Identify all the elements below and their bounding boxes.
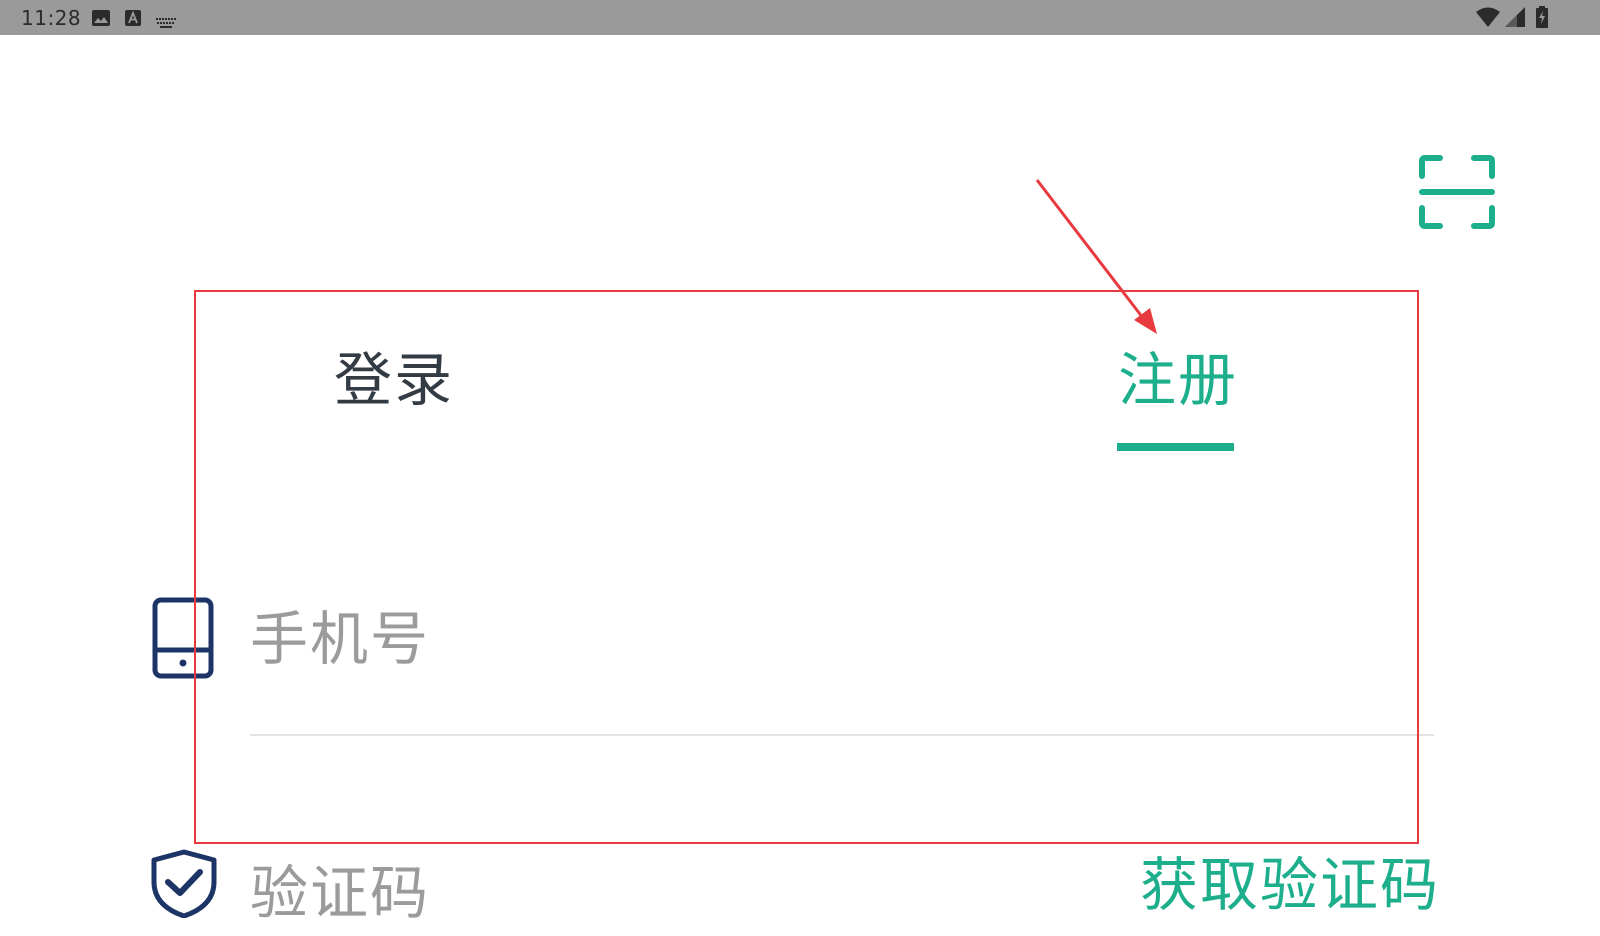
- signal-icon: [1505, 7, 1525, 31]
- font-a-icon: [125, 10, 141, 30]
- phone-input[interactable]: [250, 596, 1430, 682]
- status-bar: 11:28: [0, 0, 1600, 35]
- scan-icon[interactable]: [1418, 154, 1496, 234]
- status-time: 11:28: [21, 6, 82, 30]
- annotation-arrow: [1035, 179, 1157, 334]
- tab-active-indicator: [1117, 443, 1234, 451]
- code-input[interactable]: [250, 850, 1070, 936]
- tab-login[interactable]: 登录: [334, 345, 454, 415]
- keyboard-icon: [156, 13, 176, 32]
- image-icon: [92, 10, 110, 30]
- wifi-icon: [1476, 7, 1500, 31]
- get-code-button[interactable]: 获取验证码: [1140, 850, 1440, 920]
- phone-icon: [152, 597, 214, 683]
- shield-check-icon: [150, 848, 218, 922]
- battery-icon: [1536, 6, 1548, 32]
- phone-divider: [250, 734, 1434, 736]
- tab-register[interactable]: 注册: [1118, 345, 1238, 415]
